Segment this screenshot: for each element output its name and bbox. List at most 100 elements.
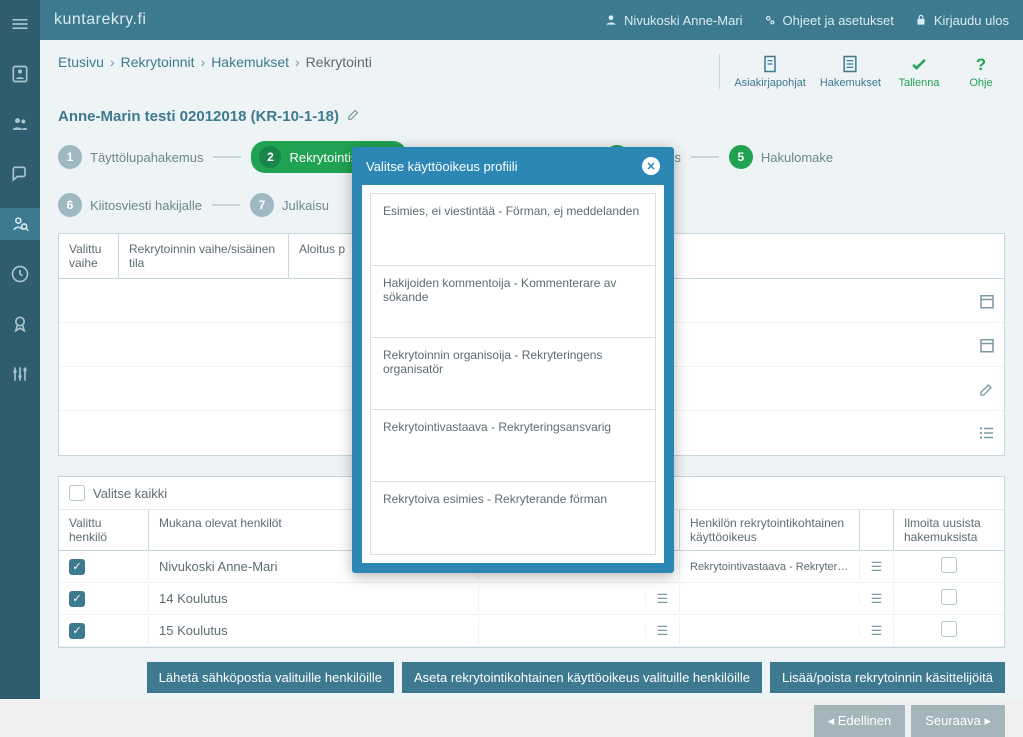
- checkbox-icon[interactable]: [941, 589, 957, 605]
- profile-modal: Valitse käyttöoikeus profiili ✕ Esimies,…: [352, 147, 674, 573]
- person-role: [680, 625, 860, 637]
- person-name: 15 Koulutus: [149, 617, 479, 644]
- chat-icon[interactable]: [0, 158, 40, 190]
- action-apps-label: Hakemukset: [820, 77, 881, 89]
- th-sisatila: Rekrytoinnin vaihe/sisäinen tila: [119, 234, 289, 278]
- profile-list: Esimies, ei viestintää - Förman, ej medd…: [370, 193, 656, 555]
- hamburger-icon[interactable]: [0, 8, 40, 40]
- crumb-sep: ›: [110, 54, 115, 70]
- step-badge: 6: [58, 193, 82, 217]
- crumb-sep: ›: [201, 54, 206, 70]
- crumb-hakemukset[interactable]: Hakemukset: [211, 54, 289, 70]
- user-link[interactable]: Nivukoski Anne-Mari: [604, 13, 743, 28]
- logo: kuntarekry.fi: [54, 11, 146, 29]
- svg-text:?: ?: [976, 55, 986, 74]
- list-icon[interactable]: ☰: [646, 585, 680, 613]
- profile-option[interactable]: Rekrytointivastaava - Rekryteringsansvar…: [371, 410, 655, 482]
- step-connector: [691, 156, 719, 158]
- list-icon[interactable]: ☰: [860, 553, 894, 581]
- checkbox-icon[interactable]: ✓: [69, 559, 85, 575]
- step-connector: [213, 156, 241, 158]
- people-icon[interactable]: [0, 108, 40, 140]
- profile-icon[interactable]: [0, 58, 40, 90]
- th-valittu: Valittu vaihe: [59, 234, 119, 278]
- step-label: Kiitosviesti hakijalle: [90, 198, 202, 213]
- list-icon[interactable]: ☰: [860, 617, 894, 645]
- calendar-icon[interactable]: [970, 336, 1004, 354]
- action-docs[interactable]: Asiakirjapohjat: [734, 54, 806, 89]
- action-save-label: Tallenna: [899, 77, 940, 89]
- left-rail: [0, 0, 40, 699]
- modal-body: Esimies, ei viestintää - Förman, ej medd…: [362, 185, 664, 563]
- checkbox-icon[interactable]: [69, 485, 85, 501]
- calendar-icon[interactable]: [970, 292, 1004, 310]
- add-remove-button[interactable]: Lisää/poista rekrytoinnin käsittelijöitä: [770, 662, 1005, 693]
- list-icon[interactable]: ☰: [860, 585, 894, 613]
- ph-ico2: [860, 510, 894, 550]
- next-button[interactable]: Seuraava ▸: [911, 705, 1005, 737]
- clock-icon[interactable]: [0, 258, 40, 290]
- crumb-rekrytoinnit[interactable]: Rekrytoinnit: [121, 54, 195, 70]
- person-role: Rekrytointivastaava - Rekryteringsansvar…: [680, 555, 860, 579]
- sliders-icon[interactable]: [0, 358, 40, 390]
- lock-icon: [914, 13, 928, 27]
- set-rights-button[interactable]: Aseta rekrytointikohtainen käyttöoikeus …: [402, 662, 762, 693]
- step-6[interactable]: 6 Kiitosviesti hakijalle: [58, 193, 202, 217]
- badge-icon[interactable]: [0, 308, 40, 340]
- step-7[interactable]: 7 Julkaisu: [250, 193, 329, 217]
- nav-buttons: ◂ Edellinen Seuraava ▸: [58, 705, 1005, 737]
- step-1[interactable]: 1 Täyttölupahakemus: [58, 145, 203, 169]
- breadcrumb: Etusivu › Rekrytoinnit › Hakemukset › Re…: [58, 54, 372, 70]
- list-icon[interactable]: [970, 424, 1004, 442]
- action-help[interactable]: ? Ohje: [957, 54, 1005, 89]
- person-name: 14 Koulutus: [149, 585, 479, 612]
- modal-title-text: Valitse käyttöoikeus profiili: [366, 159, 518, 174]
- ph-valittu: Valittu henkilö: [59, 510, 149, 550]
- profile-option[interactable]: Hakijoiden kommentoija - Kommenterare av…: [371, 266, 655, 338]
- user-icon: [604, 13, 618, 27]
- list-icon: [840, 54, 860, 74]
- modal-header: Valitse käyttöoikeus profiili ✕: [352, 147, 674, 185]
- search-person-icon[interactable]: [0, 208, 40, 240]
- checkbox-icon[interactable]: [941, 557, 957, 573]
- logout-label: Kirjaudu ulos: [934, 13, 1009, 28]
- select-all-label: Valitse kaikki: [93, 486, 167, 501]
- people-row: ✓ 15 Koulutus ☰ ☰: [59, 615, 1004, 647]
- step-label: Täyttölupahakemus: [90, 150, 203, 165]
- user-label: Nivukoski Anne-Mari: [624, 13, 743, 28]
- crumb-sep: ›: [295, 54, 300, 70]
- pencil-icon[interactable]: [970, 381, 1004, 397]
- help-icon: ?: [971, 54, 991, 74]
- profile-option[interactable]: Rekrytoinnin organisoija - Rekryteringen…: [371, 338, 655, 410]
- profile-option[interactable]: Rekrytoiva esimies - Rekryterande förman: [371, 482, 655, 554]
- list-icon[interactable]: ☰: [646, 617, 680, 645]
- gears-icon: [763, 13, 777, 27]
- edit-icon[interactable]: [347, 107, 361, 125]
- settings-link[interactable]: Ohjeet ja asetukset: [763, 13, 894, 28]
- action-apps[interactable]: Hakemukset: [820, 54, 881, 89]
- profile-option[interactable]: Esimies, ei viestintää - Förman, ej medd…: [371, 194, 655, 266]
- step-connector: [212, 204, 240, 206]
- document-icon: [760, 54, 780, 74]
- step-5[interactable]: 5 Hakulomake: [729, 145, 833, 169]
- logout-link[interactable]: Kirjaudu ulos: [914, 13, 1009, 28]
- close-icon[interactable]: ✕: [642, 157, 660, 175]
- page-title-text: Anne-Marin testi 02012018 (KR-10-1-18): [58, 108, 339, 125]
- prev-button[interactable]: ◂ Edellinen: [814, 705, 906, 737]
- step-badge: 7: [250, 193, 274, 217]
- person-role: [680, 593, 860, 605]
- checkbox-icon[interactable]: ✓: [69, 623, 85, 639]
- checkbox-icon[interactable]: ✓: [69, 591, 85, 607]
- step-label: Julkaisu: [282, 198, 329, 213]
- crumb-etusivu[interactable]: Etusivu: [58, 54, 104, 70]
- action-buttons: Lähetä sähköpostia valituille henkilöill…: [58, 662, 1005, 693]
- crumb-current: Rekrytointi: [306, 54, 372, 70]
- checkbox-icon[interactable]: [941, 621, 957, 637]
- step-badge: 5: [729, 145, 753, 169]
- action-save[interactable]: Tallenna: [895, 54, 943, 89]
- step-badge: 2: [259, 146, 281, 168]
- action-help-label: Ohje: [969, 77, 992, 89]
- email-button[interactable]: Lähetä sähköpostia valituille henkilöill…: [147, 662, 394, 693]
- ph-oikeus: Henkilön rekrytointikohtainen käyttöoike…: [680, 510, 860, 550]
- header-actions: Asiakirjapohjat Hakemukset Tallenna ? Oh…: [719, 54, 1005, 89]
